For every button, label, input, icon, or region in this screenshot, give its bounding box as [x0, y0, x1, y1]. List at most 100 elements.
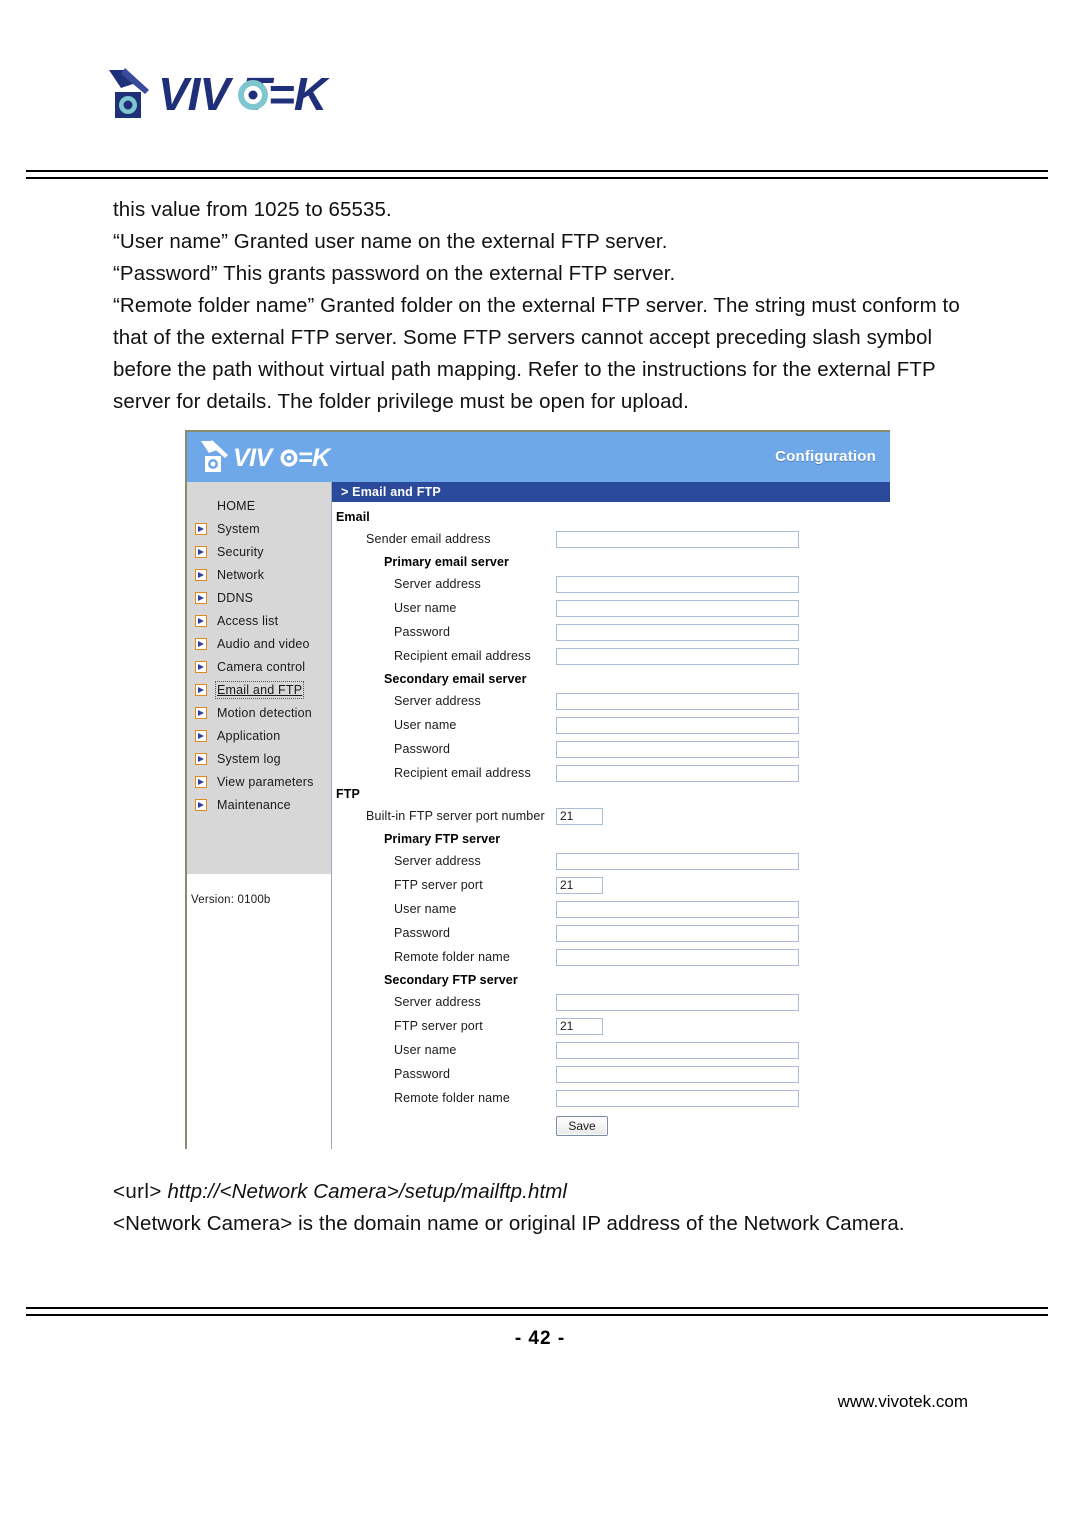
sidebar-item-security[interactable]: Security: [187, 540, 331, 563]
sidebar-item-audio-and-video[interactable]: Audio and video: [187, 632, 331, 655]
secondary-ftp-remote-folder-name-input[interactable]: [556, 1089, 799, 1107]
arrow-right-icon: [195, 660, 207, 673]
secondary-email-password-input[interactable]: [556, 740, 799, 758]
sidebar-item-label: System log: [217, 751, 281, 766]
secondary-ftp-user-name-input[interactable]: [556, 1041, 799, 1059]
arrow-right-icon: [195, 637, 207, 650]
firmware-version-label: Version: 0100b: [191, 894, 271, 906]
sender-email-address-input[interactable]: [556, 530, 799, 548]
url-note-value: http://<Network Camera>/setup/mailftp.ht…: [167, 1180, 568, 1203]
arrow-right-icon: [195, 568, 207, 581]
sidebar-item-label: Camera control: [217, 659, 306, 674]
save-row: Save: [336, 1112, 890, 1140]
embedded-camera-config-screenshot: VIV =K Configuration HOME System Securit…: [185, 430, 890, 1149]
network-camera-note: <Network Camera> is the domain name or o…: [113, 1212, 905, 1235]
primary-email-server-address-input[interactable]: [556, 575, 799, 593]
secondary-email-user-name-label: User name: [394, 718, 457, 732]
primary-email-password-label: Password: [394, 625, 451, 639]
svg-text:VIV: VIV: [233, 444, 275, 472]
svg-text:=K: =K: [268, 68, 330, 120]
app-content-pane: > Email and FTP Email Sender email addre…: [332, 482, 890, 1149]
sidebar-item-network[interactable]: Network: [187, 563, 331, 586]
secondary-recipient-email-address-input[interactable]: [556, 764, 799, 782]
sidebar-item-label: DDNS: [217, 590, 254, 605]
sidebar-item-view-parameters[interactable]: View parameters: [187, 770, 331, 793]
field-row: Password: [336, 620, 890, 644]
arrow-right-icon: [195, 706, 207, 719]
sender-email-address-label: Sender email address: [366, 532, 491, 546]
sidebar-item-email-and-ftp[interactable]: Email and FTP: [187, 678, 331, 701]
field-row: Server address: [336, 849, 890, 873]
secondary-ftp-server-heading: Secondary FTP server: [384, 973, 518, 987]
sidebar-item-system[interactable]: System: [187, 517, 331, 540]
sidebar-item-motion-detection[interactable]: Motion detection: [187, 701, 331, 724]
sidebar-item-label: HOME: [217, 498, 256, 513]
primary-ftp-server-address-label: Server address: [394, 854, 481, 868]
arrow-right-icon: [195, 729, 207, 742]
secondary-email-server-heading: Secondary email server: [384, 672, 527, 686]
sidebar-item-ddns[interactable]: DDNS: [187, 586, 331, 609]
primary-ftp-password-label: Password: [394, 926, 451, 940]
field-row: User name: [336, 596, 890, 620]
primary-email-password-input[interactable]: [556, 623, 799, 641]
sidebar-item-label: View parameters: [217, 774, 314, 789]
primary-ftp-server-port-label: FTP server port: [394, 878, 483, 892]
sidebar-item-maintenance[interactable]: Maintenance: [187, 793, 331, 816]
field-row: Built-in FTP server port number: [336, 804, 890, 828]
secondary-ftp-password-label: Password: [394, 1067, 451, 1081]
field-row: Recipient email address: [336, 761, 890, 785]
field-row: User name: [336, 897, 890, 921]
arrow-right-icon: [195, 683, 207, 696]
primary-ftp-user-name-input[interactable]: [556, 900, 799, 918]
arrow-right-icon: [195, 522, 207, 535]
app-sidebar: HOME System Security Network DDNS Access…: [187, 482, 332, 1149]
primary-ftp-password-input[interactable]: [556, 924, 799, 942]
secondary-ftp-password-input[interactable]: [556, 1065, 799, 1083]
sidebar-item-access-list[interactable]: Access list: [187, 609, 331, 632]
sidebar-item-label: Security: [217, 544, 264, 559]
primary-ftp-server-address-input[interactable]: [556, 852, 799, 870]
document-footer-notes: <url> http://<Network Camera>/setup/mail…: [113, 1176, 989, 1240]
url-note: <url> http://<Network Camera>/setup/mail…: [113, 1176, 989, 1208]
secondary-email-password-label: Password: [394, 742, 451, 756]
field-row: Recipient email address: [336, 644, 890, 668]
header-divider-rule: [26, 170, 1048, 179]
secondary-email-user-name-input[interactable]: [556, 716, 799, 734]
arrow-right-icon: [195, 775, 207, 788]
primary-email-server-address-label: Server address: [394, 577, 481, 591]
sidebar-item-label: Email and FTP: [214, 680, 305, 699]
primary-email-user-name-input[interactable]: [556, 599, 799, 617]
sidebar-item-camera-control[interactable]: Camera control: [187, 655, 331, 678]
email-ftp-form: Email Sender email address Primary email…: [332, 502, 890, 1140]
secondary-ftp-user-name-label: User name: [394, 1043, 457, 1057]
breadcrumb: > Email and FTP: [332, 482, 890, 502]
footer-divider-rule: [26, 1307, 1048, 1316]
document-body-text: this value from 1025 to 65535. “User nam…: [113, 194, 989, 418]
field-row: Remote folder name: [336, 1086, 890, 1110]
primary-ftp-user-name-label: User name: [394, 902, 457, 916]
primary-ftp-server-port-input[interactable]: [556, 876, 603, 894]
primary-recipient-email-address-input[interactable]: [556, 647, 799, 665]
secondary-ftp-server-port-input[interactable]: [556, 1017, 603, 1035]
secondary-email-server-address-label: Server address: [394, 694, 481, 708]
sidebar-item-system-log[interactable]: System log: [187, 747, 331, 770]
app-header-bar: VIV =K Configuration: [187, 432, 890, 482]
save-button[interactable]: Save: [556, 1116, 608, 1136]
vivotek-page-logo: VIV T =K: [103, 62, 353, 132]
secondary-ftp-server-address-input[interactable]: [556, 993, 799, 1011]
sidebar-item-application[interactable]: Application: [187, 724, 331, 747]
field-row: Password: [336, 1062, 890, 1086]
secondary-recipient-email-address-label: Recipient email address: [394, 766, 531, 780]
arrow-right-icon: [195, 752, 207, 765]
primary-ftp-server-heading: Primary FTP server: [384, 832, 501, 846]
builtin-ftp-server-port-input[interactable]: [556, 807, 603, 825]
svg-text:=K: =K: [298, 444, 332, 472]
paragraph-password: “Password” This grants password on the e…: [113, 262, 676, 285]
sidebar-nav-list: HOME System Security Network DDNS Access…: [187, 482, 331, 816]
primary-ftp-remote-folder-name-input[interactable]: [556, 948, 799, 966]
secondary-email-server-address-input[interactable]: [556, 692, 799, 710]
website-url: www.vivotek.com: [837, 1392, 968, 1411]
sidebar-item-home[interactable]: HOME: [187, 494, 331, 517]
sidebar-item-label: Maintenance: [217, 797, 291, 812]
paragraph-remote-folder-name: “Remote folder name” Granted folder on t…: [113, 294, 960, 413]
